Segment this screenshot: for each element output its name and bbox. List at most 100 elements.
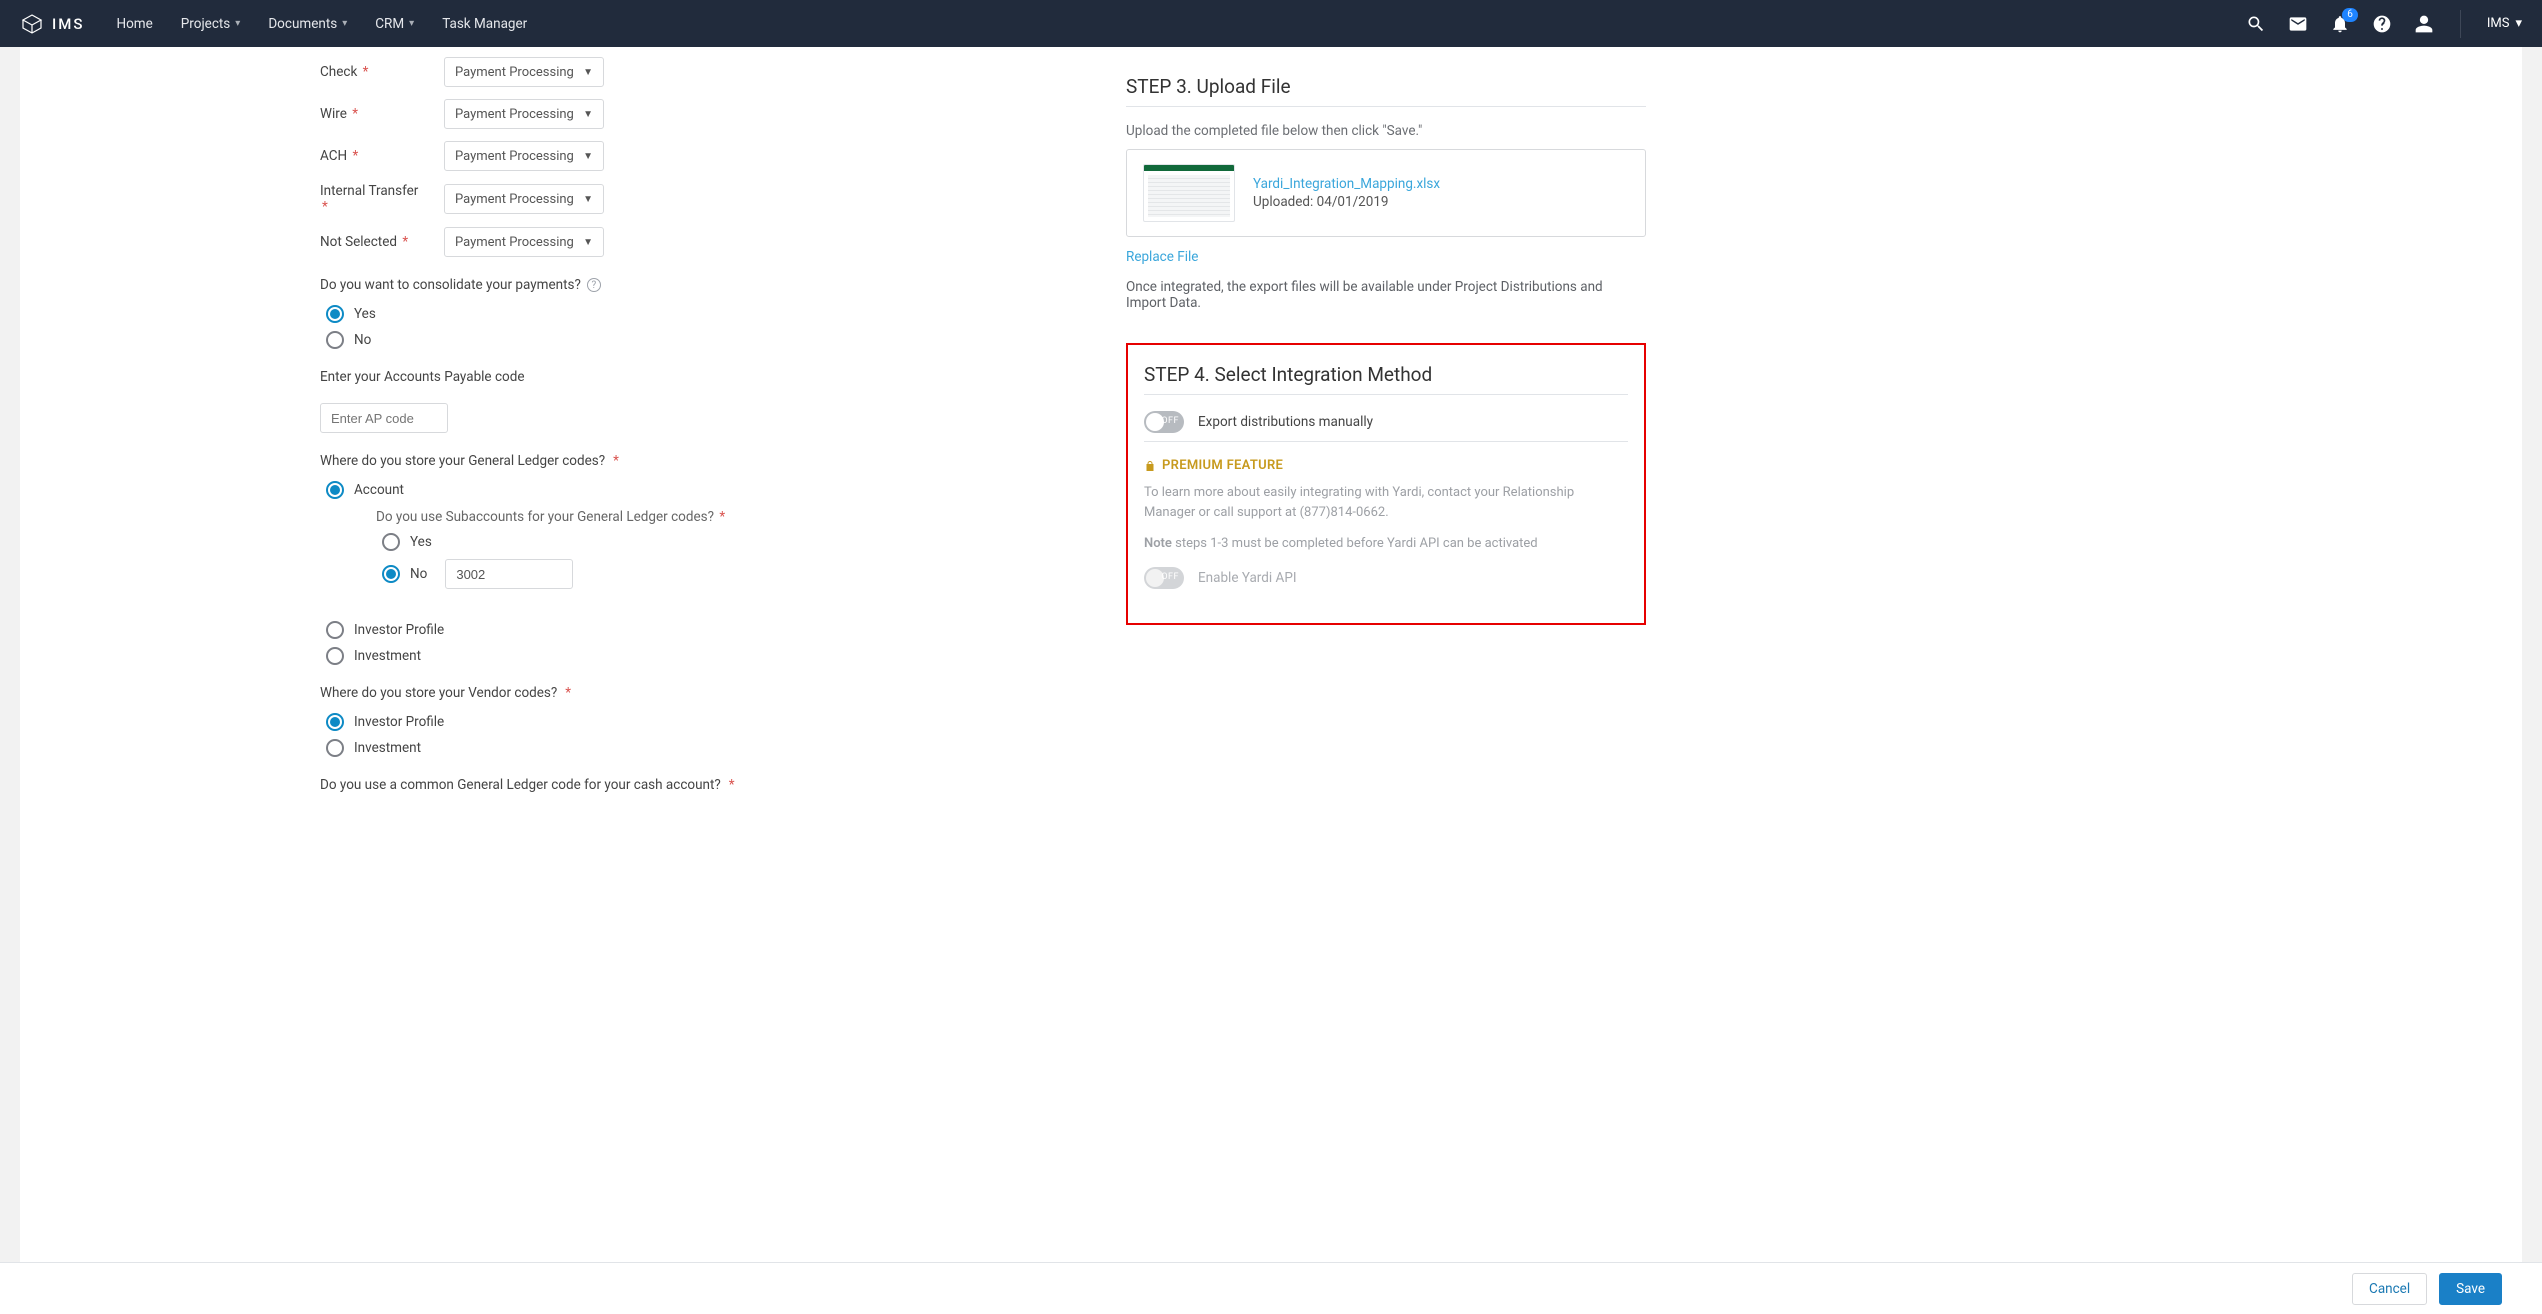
file-thumbnail: [1143, 164, 1235, 222]
replace-file-link[interactable]: Replace File: [1126, 249, 1198, 265]
field-check: Check * Payment Processing ▼: [320, 57, 1100, 87]
divider: [1144, 394, 1628, 395]
field-label: Check *: [320, 64, 428, 80]
radio-label: Investor Profile: [354, 714, 444, 730]
chevron-down-icon: ▾: [342, 18, 347, 29]
required-indicator: *: [613, 453, 619, 469]
bell-icon[interactable]: 6: [2330, 14, 2350, 34]
toggle-state: OFF: [1161, 416, 1179, 426]
radio-icon: [326, 305, 344, 323]
premium-description: To learn more about easily integrating w…: [1144, 483, 1628, 522]
note-text: steps 1-3 must be completed before Yardi…: [1172, 536, 1538, 551]
step3-card: STEP 3. Upload File Upload the completed…: [1126, 75, 1646, 321]
left-column: Check * Payment Processing ▼ Wire * Payme…: [320, 47, 1100, 805]
toggle-yardi-api-row: OFF Enable Yardi API: [1144, 567, 1628, 589]
nav-task-manager[interactable]: Task Manager: [442, 16, 527, 32]
search-icon[interactable]: [2246, 14, 2266, 34]
radio-icon: [326, 739, 344, 757]
footer-bar: Cancel Save: [0, 1262, 2542, 1314]
nav-crm[interactable]: CRM▾: [375, 16, 414, 32]
question-text: Do you use a common General Ledger code …: [320, 777, 721, 793]
mail-icon[interactable]: [2288, 14, 2308, 34]
question-text: Do you want to consolidate your payments…: [320, 277, 581, 293]
radio-gl-account[interactable]: Account: [326, 481, 1100, 499]
subaccount-question: Do you use Subaccounts for your General …: [376, 509, 1100, 525]
caret-down-icon: ▼: [583, 67, 593, 78]
field-internal-transfer: Internal Transfer * Payment Processing▼: [320, 183, 1100, 215]
toggle-yardi-api: OFF: [1144, 567, 1184, 589]
save-button[interactable]: Save: [2439, 1273, 2502, 1305]
org-label: IMS: [2487, 16, 2510, 31]
required-indicator: *: [719, 509, 725, 525]
radio-icon: [382, 565, 400, 583]
premium-text: PREMIUM FEATURE: [1162, 458, 1283, 473]
select-check[interactable]: Payment Processing ▼: [444, 57, 604, 87]
toggle-label: Enable Yardi API: [1198, 570, 1297, 586]
radio-label: Investment: [354, 648, 421, 664]
select-value: Payment Processing: [455, 107, 574, 122]
radio-icon: [382, 533, 400, 551]
required-indicator: *: [729, 777, 735, 793]
select-internal-transfer[interactable]: Payment Processing▼: [444, 184, 604, 214]
cancel-button[interactable]: Cancel: [2352, 1273, 2427, 1305]
sub-no-input[interactable]: [445, 559, 573, 589]
consolidate-question: Do you want to consolidate your payments…: [320, 277, 1100, 293]
field-label: ACH *: [320, 148, 428, 164]
help-icon[interactable]: ?: [587, 278, 601, 292]
step3-title: STEP 3. Upload File: [1126, 75, 1646, 98]
radio-vendor-investor-profile[interactable]: Investor Profile: [326, 713, 1100, 731]
brand-logo[interactable]: IMS: [20, 12, 84, 36]
radio-label: Yes: [410, 534, 432, 550]
nav-items: Home Projects ▾ Documents▾ CRM▾ Task Mana…: [116, 16, 527, 32]
select-not-selected[interactable]: Payment Processing▼: [444, 227, 604, 257]
radio-label: Yes: [354, 306, 376, 322]
select-ach[interactable]: Payment Processing▼: [444, 141, 604, 171]
file-name-link[interactable]: Yardi_Integration_Mapping.xlsx: [1253, 176, 1440, 192]
divider: [2460, 10, 2461, 38]
required-indicator: *: [322, 199, 328, 215]
toggle-export-manual[interactable]: OFF: [1144, 411, 1184, 433]
topnav: IMS Home Projects ▾ Documents▾ CRM▾ Task …: [0, 0, 2542, 47]
nav-documents[interactable]: Documents▾: [268, 16, 347, 32]
nav-label: Projects: [181, 16, 231, 32]
radio-sub-no[interactable]: No: [382, 559, 1100, 589]
ap-code-input[interactable]: [320, 403, 448, 433]
radio-gl-investor-profile[interactable]: Investor Profile: [326, 621, 1100, 639]
divider: [1144, 441, 1628, 442]
nav-label: Task Manager: [442, 16, 527, 32]
radio-icon: [326, 481, 344, 499]
toggle-export-manual-row: OFF Export distributions manually: [1144, 411, 1628, 433]
question-text: Where do you store your General Ledger c…: [320, 453, 605, 469]
file-uploaded: Uploaded: 04/01/2019: [1253, 194, 1440, 210]
nav-label: Home: [116, 16, 152, 32]
radio-consolidate-yes[interactable]: Yes: [326, 305, 1100, 323]
premium-badge: PREMIUM FEATURE: [1144, 458, 1628, 473]
radio-vendor-investment[interactable]: Investment: [326, 739, 1100, 757]
radio-sub-yes[interactable]: Yes: [382, 533, 1100, 551]
chevron-down-icon: ▾: [2515, 16, 2522, 31]
radio-consolidate-no[interactable]: No: [326, 331, 1100, 349]
radio-gl-investment[interactable]: Investment: [326, 647, 1100, 665]
org-switcher[interactable]: IMS ▾: [2487, 16, 2522, 31]
select-value: Payment Processing: [455, 65, 574, 80]
caret-down-icon: ▼: [583, 194, 593, 205]
help-icon[interactable]: [2372, 14, 2392, 34]
field-label: Wire *: [320, 106, 428, 122]
nav-projects[interactable]: Projects ▾: [181, 16, 241, 32]
radio-label: No: [410, 566, 427, 582]
radio-label: Investment: [354, 740, 421, 756]
premium-note: Note steps 1-3 must be completed before …: [1144, 536, 1628, 551]
user-icon[interactable]: [2414, 14, 2434, 34]
chevron-down-icon: ▾: [235, 18, 240, 29]
brand-text: IMS: [52, 15, 84, 33]
nav-home[interactable]: Home: [116, 16, 152, 32]
select-wire[interactable]: Payment Processing▼: [444, 99, 604, 129]
right-column: STEP 3. Upload File Upload the completed…: [1126, 47, 1646, 805]
field-wire: Wire * Payment Processing▼: [320, 99, 1100, 129]
divider: [1126, 106, 1646, 107]
radio-icon: [326, 621, 344, 639]
vendor-question: Where do you store your Vendor codes? *: [320, 685, 1100, 701]
ap-label: Enter your Accounts Payable code: [320, 369, 1100, 385]
caret-down-icon: ▼: [583, 151, 593, 162]
required-indicator: *: [353, 148, 359, 164]
